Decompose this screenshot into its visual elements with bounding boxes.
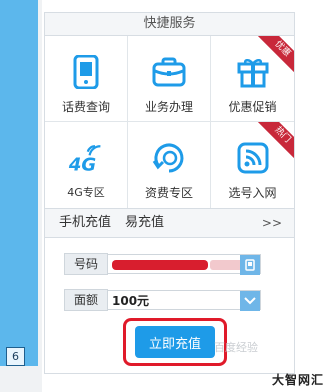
service-label: 4G专区 [67, 186, 105, 199]
phone-input[interactable] [108, 254, 261, 275]
page-number-badge[interactable]: 6 [6, 347, 25, 366]
amount-select[interactable]: 100元 [108, 290, 261, 311]
4g-icon: 4G [68, 140, 104, 176]
service-promotions[interactable]: 优惠 优惠促销 [211, 36, 294, 122]
service-label: 话费查询 [61, 100, 110, 114]
phone-icon [68, 54, 104, 90]
amount-row: 面额 100元 [64, 289, 261, 311]
phone-label: 号码 [64, 253, 108, 275]
briefcase-icon [151, 54, 187, 90]
chevron-down-icon[interactable] [240, 291, 260, 311]
amount-value: 100元 [112, 294, 150, 308]
phone-row: 号码 [64, 253, 261, 275]
service-business[interactable]: 业务办理 [128, 36, 211, 122]
quick-service-panel: 快捷服务 话费查询 业务办理 优惠 优惠促销 4G 4G专区 资费专区 热门 选… [44, 12, 295, 374]
service-label: 选号入网 [228, 186, 277, 200]
panel-title: 快捷服务 [45, 13, 294, 36]
amount-label: 面额 [64, 289, 108, 311]
gift-icon [235, 54, 271, 90]
service-label: 资费专区 [144, 186, 193, 200]
faint-watermark: 百度经验 [214, 341, 258, 354]
recharge-title: 手机充值 [59, 215, 112, 230]
signal-icon [235, 140, 271, 176]
service-label: 业务办理 [144, 100, 193, 114]
side-nav-bar [0, 0, 38, 366]
service-grid: 话费查询 业务办理 优惠 优惠促销 4G 4G专区 资费专区 热门 选号入网 [45, 36, 294, 209]
service-bill-query[interactable]: 话费查询 [45, 36, 128, 122]
service-tariff-zone[interactable]: 资费专区 [128, 122, 211, 208]
service-number-selection[interactable]: 热门 选号入网 [211, 122, 294, 208]
site-watermark: 大智网汇 [271, 373, 324, 387]
recharge-now-button[interactable]: 立即充值 [135, 326, 215, 358]
tab-easy-recharge[interactable]: 易充值 [125, 209, 164, 237]
service-4g-zone[interactable]: 4G 4G专区 [45, 122, 128, 208]
contacts-icon[interactable] [240, 255, 260, 275]
submit-highlight: 立即充值 [123, 318, 227, 366]
recharge-header: 手机充值 易充值 >> [45, 209, 294, 238]
more-link[interactable]: >> [262, 209, 282, 237]
svg-text:4G: 4G [68, 155, 96, 175]
refresh-coin-icon [151, 140, 187, 176]
service-label: 优惠促销 [228, 100, 277, 114]
phone-redaction [112, 260, 208, 270]
